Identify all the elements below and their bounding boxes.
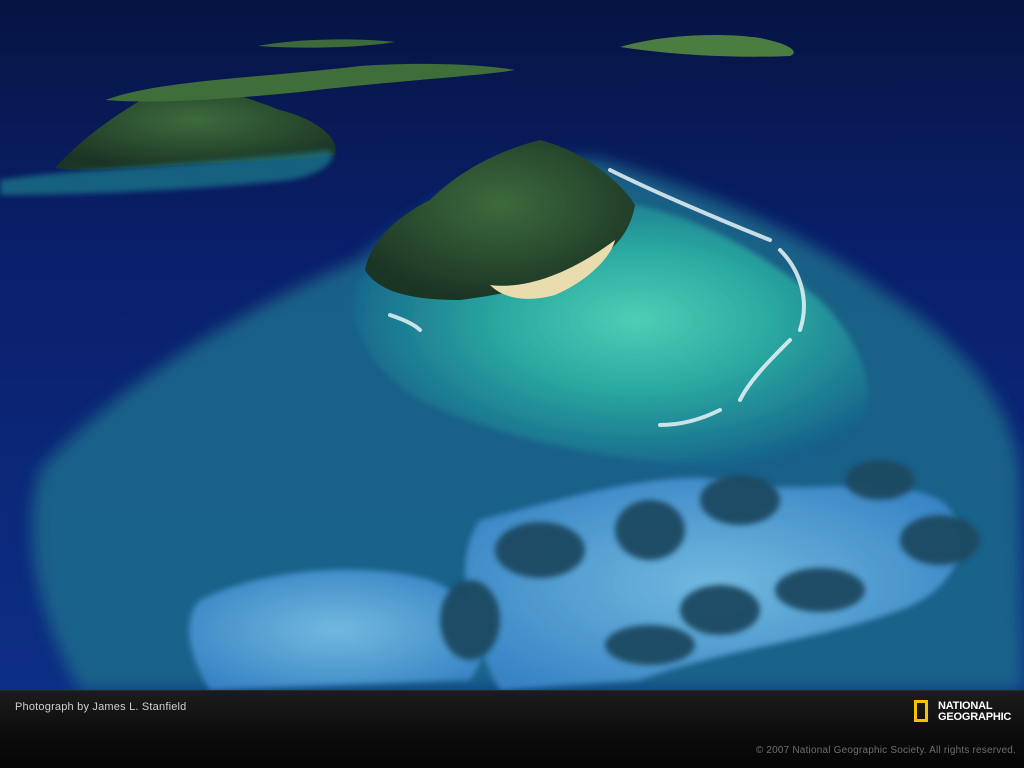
- logo-wordmark: NATIONAL GEOGRAPHIC: [938, 701, 1011, 723]
- photo-credit: Photograph by James L. Stanfield: [15, 701, 187, 713]
- copyright-notice: © 2007 National Geographic Society. All …: [755, 745, 1016, 756]
- aerial-reef-photo: [0, 0, 1024, 690]
- wallpaper: Photograph by James L. Stanfield © 2007 …: [0, 0, 1024, 768]
- logo-line2: GEOGRAPHIC: [938, 711, 1012, 723]
- national-geographic-logo: NATIONAL GEOGRAPHIC: [914, 700, 1019, 730]
- yellow-border-icon: [914, 700, 928, 722]
- shallow-patch: [189, 569, 485, 690]
- caption-bar: Photograph by James L. Stanfield © 2007 …: [0, 690, 1024, 768]
